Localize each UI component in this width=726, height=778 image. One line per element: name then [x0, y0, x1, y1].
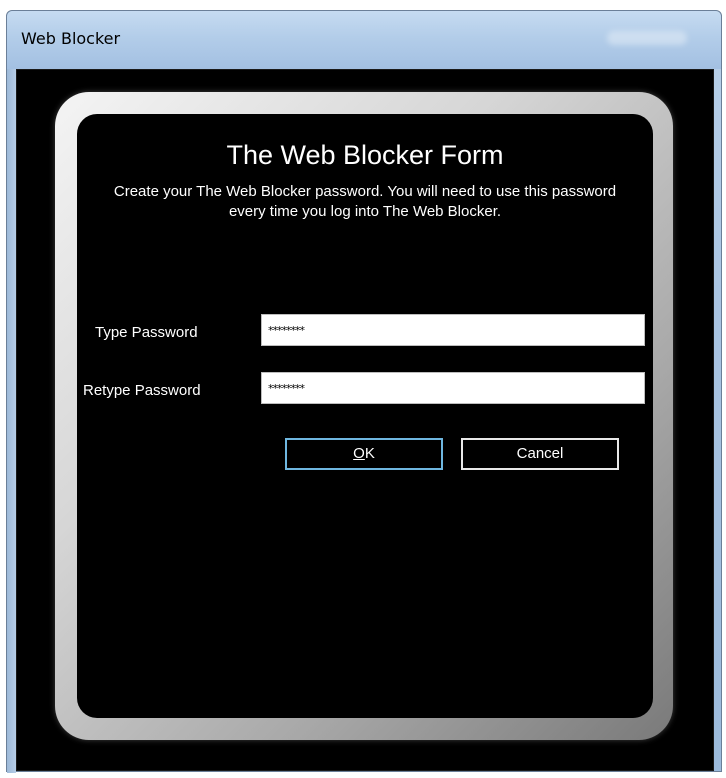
panel-bezel: The Web Blocker Form Create your The Web… — [55, 92, 673, 740]
retype-password-input[interactable] — [261, 372, 645, 404]
window-title: Web Blocker — [21, 29, 121, 48]
title-bar[interactable]: Web Blocker — [7, 11, 721, 69]
window-frame-left — [7, 69, 16, 773]
ok-button[interactable]: OK — [285, 438, 443, 470]
type-password-input[interactable] — [261, 314, 645, 346]
retype-password-label: Retype Password — [83, 382, 201, 399]
type-password-label: Type Password — [95, 324, 198, 341]
app-window: Web Blocker The Web Blocker Form Create … — [6, 10, 722, 773]
ok-button-label: OK — [353, 445, 375, 462]
form-title: The Web Blocker Form — [226, 140, 504, 170]
form-panel: The Web Blocker Form Create your The Web… — [77, 114, 653, 718]
form-description: Create your The Web Blocker password. Yo… — [113, 183, 617, 220]
client-area: The Web Blocker Form Create your The Web… — [16, 69, 714, 771]
cancel-button[interactable]: Cancel — [461, 438, 619, 470]
title-bar-blur — [607, 31, 687, 45]
